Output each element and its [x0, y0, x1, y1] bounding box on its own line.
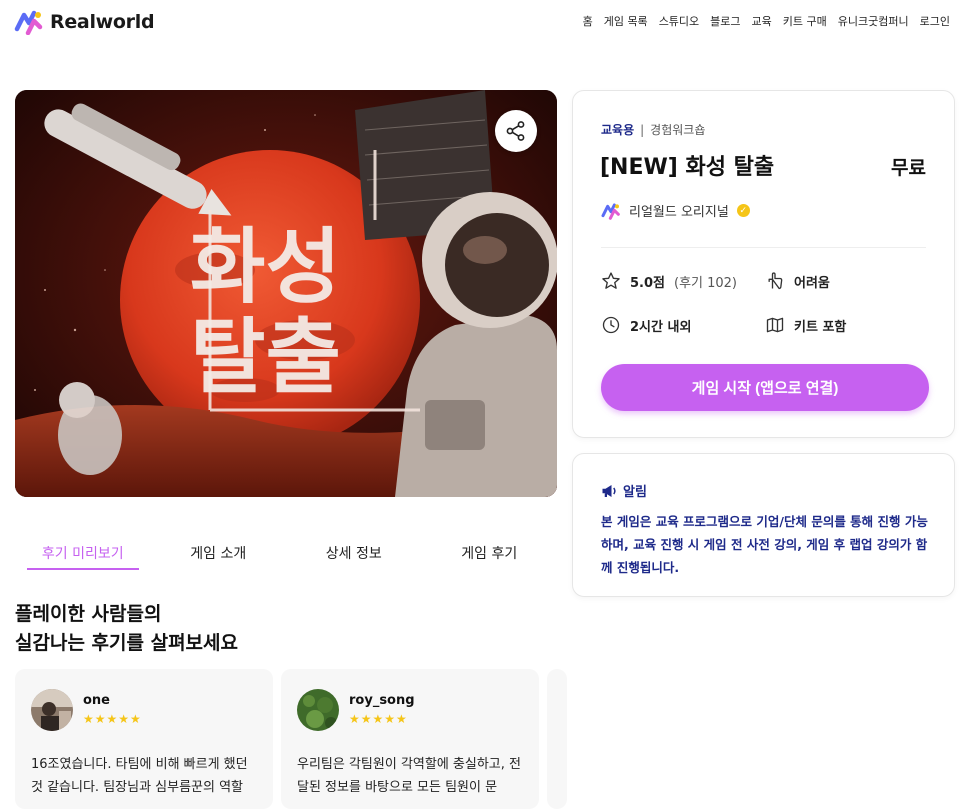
nav-item-login[interactable]: 로그인	[920, 13, 950, 29]
hero-title-line2: 탈출	[190, 310, 341, 405]
clock-icon	[602, 316, 620, 334]
map-icon	[766, 317, 784, 333]
category-separator: |	[640, 122, 645, 137]
nav-item-blog[interactable]: 블로그	[710, 13, 740, 29]
game-category: 교육용 | 경험워크숍	[601, 121, 705, 138]
rating-stars: ★★★★★	[349, 712, 408, 726]
category-primary: 교육용	[601, 123, 635, 137]
megaphone-icon	[602, 484, 616, 497]
game-price: 무료	[891, 157, 926, 179]
review-card[interactable]: one ★★★★★ 16조였습니다. 타팀에 비해 빠르게 했던 것 같습니다.…	[15, 669, 273, 809]
verified-badge-icon: ✓	[736, 204, 750, 217]
notice-text: 본 게임은 교육 프로그램으로 기업/단체 문의를 통해 진행 가능하며, 교육…	[601, 514, 928, 575]
kit-stat: 키트 포함	[765, 315, 846, 335]
game-cover-image: 화성 탈출	[15, 90, 557, 497]
reviewer-name: roy_song	[349, 693, 415, 708]
game-info-card: 교육용 | 경험워크숍 [NEW] 화성 탈출 무료 리얼월드 오리지널 ✓ 5…	[572, 90, 955, 438]
star-icon	[602, 272, 620, 289]
avatar	[297, 689, 339, 731]
user-photo-icon	[31, 689, 73, 731]
reviewer-name: one	[83, 693, 111, 708]
nav-item-home[interactable]: 홈	[583, 13, 593, 29]
divider	[601, 247, 926, 248]
detail-tabs: 후기 미리보기 게임 소개 상세 정보 게임 후기	[15, 535, 557, 575]
creator-name: 리얼월드 오리지널	[629, 205, 729, 220]
nav-item-company[interactable]: 유니크굿컴퍼니	[838, 13, 909, 29]
review-count: (후기 102)	[674, 275, 738, 291]
duration-value: 2시간 내외	[630, 319, 692, 335]
mars-escape-artwork: 화성 탈출	[15, 90, 557, 497]
review-section-title-line1: 플레이한 사람들의	[15, 603, 162, 625]
rating-value: 5.0점	[630, 275, 665, 291]
logo-icon	[14, 10, 43, 35]
review-text: 16조였습니다. 타팀에 비해 빠르게 했던 것 같습니다. 팀장님과 심부름꾼…	[31, 757, 248, 795]
duration-stat: 2시간 내외	[601, 315, 691, 335]
notice-card: 알림 본 게임은 교육 프로그램으로 기업/단체 문의를 통해 진행 가능하며,…	[572, 453, 955, 597]
review-section-title: 플레이한 사람들의 실감나는 후기를 살펴보세요	[15, 600, 415, 658]
rating-stars: ★★★★★	[83, 712, 142, 726]
rating-stat: 5.0점 (후기 102)	[601, 271, 737, 291]
top-nav: 홈 게임 목록 스튜디오 블로그 교육 키트 구매 유니크굿컴퍼니 로그인	[583, 13, 950, 29]
notice-heading: 알림	[601, 481, 647, 500]
kit-value: 키트 포함	[794, 319, 847, 335]
logo-text: Realworld	[50, 11, 155, 33]
nav-item-game-list[interactable]: 게임 목록	[604, 13, 648, 29]
share-button[interactable]	[495, 110, 537, 152]
start-game-button[interactable]: 게임 시작 (앱으로 연결)	[601, 364, 929, 411]
tab-details[interactable]: 상세 정보	[286, 535, 422, 575]
nav-item-education[interactable]: 교육	[752, 13, 772, 29]
difficulty-stat: 어려움	[765, 271, 830, 291]
notice-title: 알림	[623, 485, 647, 500]
game-title: [NEW] 화성 탈출	[600, 155, 775, 180]
avatar	[31, 689, 73, 731]
creator[interactable]: 리얼월드 오리지널 ✓	[601, 201, 750, 220]
tab-game-reviews[interactable]: 게임 후기	[422, 535, 558, 575]
header: Realworld 홈 게임 목록 스튜디오 블로그 교육 키트 구매 유니크굿…	[0, 0, 966, 44]
difficulty-value: 어려움	[794, 275, 830, 291]
hero-title-line1: 화성	[190, 220, 341, 315]
tab-game-intro[interactable]: 게임 소개	[151, 535, 287, 575]
tab-review-preview[interactable]: 후기 미리보기	[15, 535, 151, 575]
category-secondary: 경험워크숍	[650, 123, 706, 137]
logo[interactable]: Realworld	[14, 6, 155, 38]
review-card[interactable]: roy_song ★★★★★ 우리팀은 각팀원이 각역할에 충실하고, 전달된 …	[281, 669, 539, 809]
nav-item-studio[interactable]: 스튜디오	[659, 13, 699, 29]
share-icon	[506, 121, 525, 141]
hand-pointer-icon	[768, 272, 783, 290]
review-section-title-line2: 실감나는 후기를 살펴보세요	[15, 632, 238, 654]
review-card-partial[interactable]	[547, 669, 567, 809]
nav-item-kit-purchase[interactable]: 키트 구매	[783, 13, 827, 29]
review-text: 우리팀은 각팀원이 각역할에 충실하고, 전달된 정보를 바탕으로 모든 팀원이…	[297, 757, 521, 795]
creator-logo-icon	[601, 203, 620, 220]
user-photo-icon	[297, 689, 339, 731]
